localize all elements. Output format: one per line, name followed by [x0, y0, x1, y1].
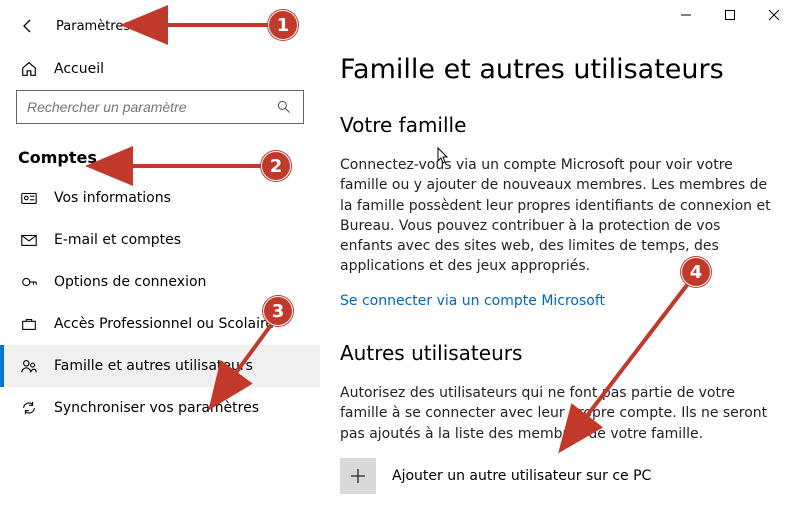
sidebar-item-label: Vos informations: [54, 190, 171, 206]
search-box[interactable]: [16, 90, 304, 124]
family-section-title: Votre famille: [340, 113, 771, 137]
search-input[interactable]: [27, 99, 267, 115]
sidebar-item-label: Options de connexion: [54, 274, 206, 290]
add-other-user-label: Ajouter un autre utilisateur sur ce PC: [392, 468, 651, 484]
family-section-body: Connectez-vous via un compte Microsoft p…: [340, 155, 771, 277]
callout-badge-4: 4: [681, 257, 711, 287]
plus-icon: [340, 458, 376, 494]
others-section-title: Autres utilisateurs: [340, 341, 771, 365]
sidebar-item-sync[interactable]: Synchroniser vos paramètres: [0, 387, 320, 429]
sidebar-item-label: Accès Professionnel ou Scolaire: [54, 316, 274, 332]
callout-badge-1: 1: [268, 10, 298, 40]
settings-sidebar: Paramètres Accueil Comptes Vos informati…: [0, 0, 320, 522]
add-other-user-button[interactable]: Ajouter un autre utilisateur sur ce PC: [340, 458, 771, 494]
window-title: Paramètres: [56, 19, 130, 34]
maximize-button[interactable]: [708, 0, 752, 30]
search-icon: [275, 98, 293, 116]
sidebar-item-label: E-mail et comptes: [54, 232, 181, 248]
sidebar-item-family-users[interactable]: Famille et autres utilisateurs: [0, 345, 320, 387]
callout-badge-3: 3: [263, 296, 293, 326]
briefcase-icon: [20, 315, 38, 333]
key-icon: [20, 273, 38, 291]
signin-microsoft-link[interactable]: Se connecter via un compte Microsoft: [340, 293, 605, 309]
sidebar-item-label: Synchroniser vos paramètres: [54, 400, 259, 416]
callout-badge-2: 2: [261, 151, 291, 181]
settings-main-panel: Famille et autres utilisateurs Votre fam…: [320, 0, 796, 522]
sidebar-item-your-info[interactable]: Vos informations: [0, 177, 320, 219]
sidebar-item-label: Famille et autres utilisateurs: [54, 358, 253, 374]
page-title: Famille et autres utilisateurs: [340, 54, 771, 85]
home-icon: [20, 60, 38, 78]
mail-icon: [20, 231, 38, 249]
id-card-icon: [20, 189, 38, 207]
close-button[interactable]: [752, 0, 796, 30]
back-icon[interactable]: [20, 18, 36, 34]
minimize-button[interactable]: [664, 0, 708, 30]
sidebar-item-email-accounts[interactable]: E-mail et comptes: [0, 219, 320, 261]
sync-icon: [20, 399, 38, 417]
sidebar-home-label: Accueil: [54, 61, 104, 77]
people-icon: [20, 357, 38, 375]
others-section-body: Autorisez des utilisateurs qui ne font p…: [340, 383, 771, 444]
sidebar-home[interactable]: Accueil: [0, 48, 320, 90]
